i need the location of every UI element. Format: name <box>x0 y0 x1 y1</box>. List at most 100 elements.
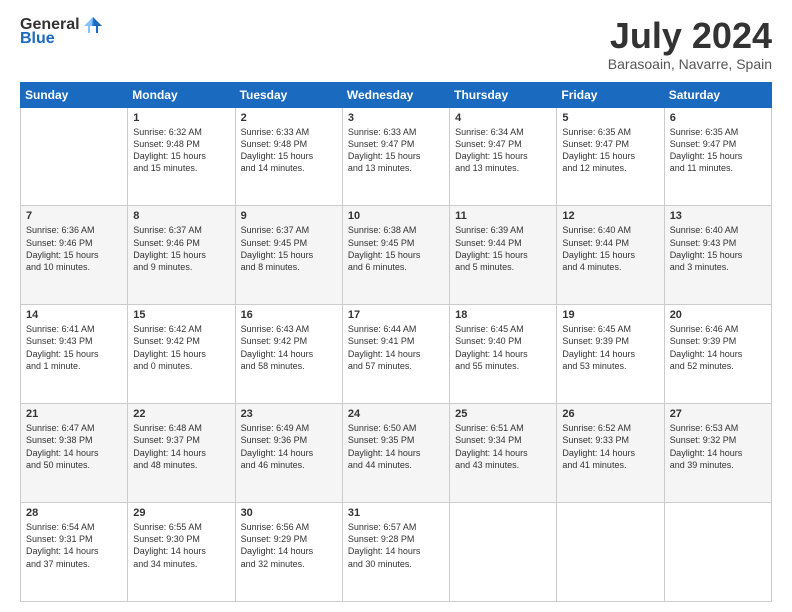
calendar-cell: 3 Sunrise: 6:33 AM Sunset: 9:47 PM Daylig… <box>342 107 449 206</box>
day-info: Sunrise: 6:37 AM Sunset: 9:46 PM Dayligh… <box>133 224 229 273</box>
week-row-4: 28 Sunrise: 6:54 AM Sunset: 9:31 PM Dayli… <box>21 503 772 602</box>
day-number: 6 <box>670 112 766 124</box>
day-info: Sunrise: 6:57 AM Sunset: 9:28 PM Dayligh… <box>348 521 444 570</box>
day-info: Sunrise: 6:48 AM Sunset: 9:37 PM Dayligh… <box>133 422 229 471</box>
day-info: Sunrise: 6:40 AM Sunset: 9:44 PM Dayligh… <box>562 224 658 273</box>
calendar-cell: 23 Sunrise: 6:49 AM Sunset: 9:36 PM Dayli… <box>235 404 342 503</box>
calendar-cell: 14Sunrise: 6:41 AM Sunset: 9:43 PM Dayli… <box>21 305 128 404</box>
calendar-cell <box>664 503 771 602</box>
day-number: 7 <box>26 210 122 222</box>
day-number: 26 <box>562 408 658 420</box>
day-info: Sunrise: 6:52 AM Sunset: 9:33 PM Dayligh… <box>562 422 658 471</box>
day-info: Sunrise: 6:38 AM Sunset: 9:45 PM Dayligh… <box>348 224 444 273</box>
calendar-cell: 9 Sunrise: 6:37 AM Sunset: 9:45 PM Daylig… <box>235 206 342 305</box>
calendar-cell: 28 Sunrise: 6:54 AM Sunset: 9:31 PM Dayli… <box>21 503 128 602</box>
title-block: July 2024 Barasoain, Navarre, Spain <box>608 16 772 72</box>
day-info: Sunrise: 6:37 AM Sunset: 9:45 PM Dayligh… <box>241 224 337 273</box>
day-number: 10 <box>348 210 444 222</box>
day-info: Sunrise: 6:40 AM Sunset: 9:43 PM Dayligh… <box>670 224 766 273</box>
day-number: 23 <box>241 408 337 420</box>
day-info: Sunrise: 6:33 AM Sunset: 9:47 PM Dayligh… <box>348 126 444 175</box>
calendar-cell: 29 Sunrise: 6:55 AM Sunset: 9:30 PM Dayli… <box>128 503 235 602</box>
day-number: 11 <box>455 210 551 222</box>
day-info: Sunrise: 6:45 AM Sunset: 9:40 PM Dayligh… <box>455 323 551 372</box>
day-info: Sunrise: 6:43 AM Sunset: 9:42 PM Dayligh… <box>241 323 337 372</box>
day-number: 13 <box>670 210 766 222</box>
week-row-2: 14Sunrise: 6:41 AM Sunset: 9:43 PM Dayli… <box>21 305 772 404</box>
logo-blue: Blue <box>20 30 55 48</box>
day-number: 17 <box>348 309 444 321</box>
calendar-cell: 16 Sunrise: 6:43 AM Sunset: 9:42 PM Dayli… <box>235 305 342 404</box>
week-row-3: 21 Sunrise: 6:47 AM Sunset: 9:38 PM Dayli… <box>21 404 772 503</box>
calendar-cell: 25 Sunrise: 6:51 AM Sunset: 9:34 PM Dayli… <box>450 404 557 503</box>
calendar-cell: 20Sunrise: 6:46 AM Sunset: 9:39 PM Dayli… <box>664 305 771 404</box>
calendar-cell: 2Sunrise: 6:33 AM Sunset: 9:48 PM Daylig… <box>235 107 342 206</box>
day-info: Sunrise: 6:32 AM Sunset: 9:48 PM Dayligh… <box>133 126 229 175</box>
day-info: Sunrise: 6:45 AM Sunset: 9:39 PM Dayligh… <box>562 323 658 372</box>
calendar-cell: 17 Sunrise: 6:44 AM Sunset: 9:41 PM Dayli… <box>342 305 449 404</box>
calendar-cell: 5 Sunrise: 6:35 AM Sunset: 9:47 PM Daylig… <box>557 107 664 206</box>
day-info: Sunrise: 6:54 AM Sunset: 9:31 PM Dayligh… <box>26 521 122 570</box>
day-number: 3 <box>348 112 444 124</box>
sub-title: Barasoain, Navarre, Spain <box>608 56 772 72</box>
day-number: 31 <box>348 507 444 519</box>
calendar-cell: 19 Sunrise: 6:45 AM Sunset: 9:39 PM Dayli… <box>557 305 664 404</box>
day-info: Sunrise: 6:36 AM Sunset: 9:46 PM Dayligh… <box>26 224 122 273</box>
day-info: Sunrise: 6:49 AM Sunset: 9:36 PM Dayligh… <box>241 422 337 471</box>
col-thursday: Thursday <box>450 82 557 107</box>
day-number: 29 <box>133 507 229 519</box>
week-row-1: 7 Sunrise: 6:36 AM Sunset: 9:46 PM Daylig… <box>21 206 772 305</box>
day-number: 18 <box>455 309 551 321</box>
col-tuesday: Tuesday <box>235 82 342 107</box>
logo-bird-icon <box>82 16 104 34</box>
day-number: 12 <box>562 210 658 222</box>
day-info: Sunrise: 6:53 AM Sunset: 9:32 PM Dayligh… <box>670 422 766 471</box>
day-info: Sunrise: 6:42 AM Sunset: 9:42 PM Dayligh… <box>133 323 229 372</box>
calendar-cell: 18 Sunrise: 6:45 AM Sunset: 9:40 PM Dayli… <box>450 305 557 404</box>
day-number: 8 <box>133 210 229 222</box>
calendar-header-row: Sunday Monday Tuesday Wednesday Thursday… <box>21 82 772 107</box>
day-info: Sunrise: 6:34 AM Sunset: 9:47 PM Dayligh… <box>455 126 551 175</box>
day-info: Sunrise: 6:51 AM Sunset: 9:34 PM Dayligh… <box>455 422 551 471</box>
calendar-cell: 7 Sunrise: 6:36 AM Sunset: 9:46 PM Daylig… <box>21 206 128 305</box>
day-number: 30 <box>241 507 337 519</box>
day-info: Sunrise: 6:35 AM Sunset: 9:47 PM Dayligh… <box>562 126 658 175</box>
calendar-cell <box>21 107 128 206</box>
logo: General Blue <box>20 16 104 48</box>
col-sunday: Sunday <box>21 82 128 107</box>
calendar-cell: 21 Sunrise: 6:47 AM Sunset: 9:38 PM Dayli… <box>21 404 128 503</box>
day-info: Sunrise: 6:56 AM Sunset: 9:29 PM Dayligh… <box>241 521 337 570</box>
day-number: 4 <box>455 112 551 124</box>
header: General Blue July 2024 Barasoain, Navarr… <box>20 16 772 72</box>
day-number: 27 <box>670 408 766 420</box>
calendar-cell: 8 Sunrise: 6:37 AM Sunset: 9:46 PM Daylig… <box>128 206 235 305</box>
calendar-cell: 12 Sunrise: 6:40 AM Sunset: 9:44 PM Dayli… <box>557 206 664 305</box>
calendar-cell: 1 Sunrise: 6:32 AM Sunset: 9:48 PM Daylig… <box>128 107 235 206</box>
calendar-cell: 27 Sunrise: 6:53 AM Sunset: 9:32 PM Dayli… <box>664 404 771 503</box>
day-info: Sunrise: 6:55 AM Sunset: 9:30 PM Dayligh… <box>133 521 229 570</box>
day-number: 28 <box>26 507 122 519</box>
day-number: 24 <box>348 408 444 420</box>
day-number: 25 <box>455 408 551 420</box>
calendar-cell: 30 Sunrise: 6:56 AM Sunset: 9:29 PM Dayli… <box>235 503 342 602</box>
calendar-cell: 26 Sunrise: 6:52 AM Sunset: 9:33 PM Dayli… <box>557 404 664 503</box>
day-number: 16 <box>241 309 337 321</box>
day-info: Sunrise: 6:41 AM Sunset: 9:43 PM Dayligh… <box>26 323 122 372</box>
day-number: 1 <box>133 112 229 124</box>
day-info: Sunrise: 6:44 AM Sunset: 9:41 PM Dayligh… <box>348 323 444 372</box>
col-wednesday: Wednesday <box>342 82 449 107</box>
col-saturday: Saturday <box>664 82 771 107</box>
calendar-cell: 4 Sunrise: 6:34 AM Sunset: 9:47 PM Daylig… <box>450 107 557 206</box>
day-number: 21 <box>26 408 122 420</box>
calendar-cell: 15Sunrise: 6:42 AM Sunset: 9:42 PM Dayli… <box>128 305 235 404</box>
day-number: 22 <box>133 408 229 420</box>
calendar-cell <box>557 503 664 602</box>
day-number: 19 <box>562 309 658 321</box>
day-number: 5 <box>562 112 658 124</box>
day-number: 9 <box>241 210 337 222</box>
week-row-0: 1 Sunrise: 6:32 AM Sunset: 9:48 PM Daylig… <box>21 107 772 206</box>
calendar-cell: 31 Sunrise: 6:57 AM Sunset: 9:28 PM Dayli… <box>342 503 449 602</box>
day-info: Sunrise: 6:47 AM Sunset: 9:38 PM Dayligh… <box>26 422 122 471</box>
calendar-table: Sunday Monday Tuesday Wednesday Thursday… <box>20 82 772 602</box>
calendar-cell <box>450 503 557 602</box>
